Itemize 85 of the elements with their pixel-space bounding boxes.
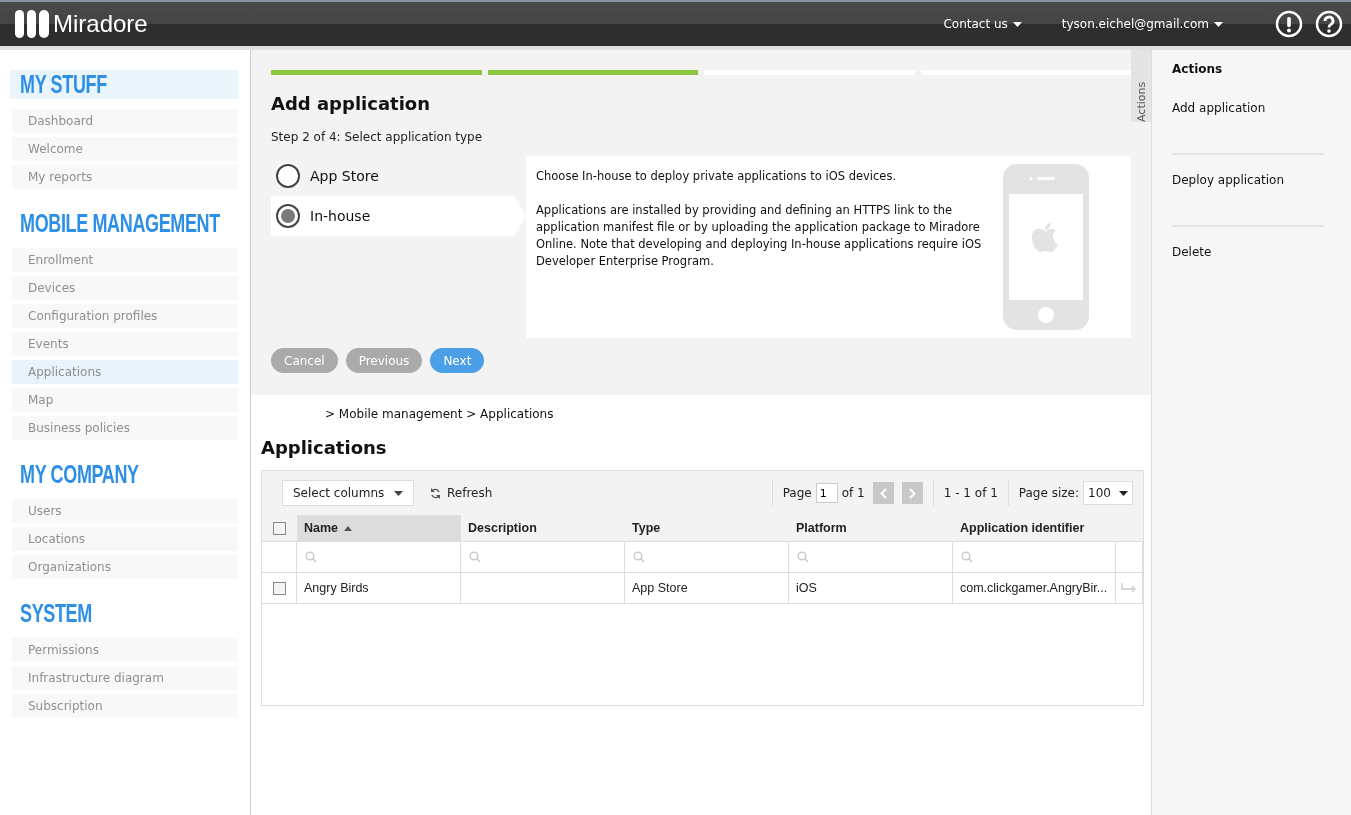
- actions-tab[interactable]: Actions: [1131, 50, 1151, 122]
- chevron-right-icon: [908, 487, 916, 499]
- sidebar-item[interactable]: Map: [12, 388, 238, 412]
- sidebar-item[interactable]: My reports: [12, 165, 238, 189]
- column-header[interactable]: Platform: [789, 515, 953, 542]
- option-item[interactable]: In-house: [271, 196, 526, 236]
- filter-field[interactable]: [953, 542, 1116, 573]
- phone-icon: [1003, 164, 1089, 330]
- page-input[interactable]: 1: [815, 483, 838, 503]
- sidebar-item[interactable]: Welcome: [12, 137, 238, 161]
- caret-icon: [1119, 490, 1128, 496]
- action-link[interactable]: Add application: [1172, 101, 1324, 155]
- previous-page-button[interactable]: [872, 482, 894, 504]
- sidebar-item[interactable]: Devices: [12, 276, 238, 300]
- header-menu[interactable]: tyson.eichel@gmail.com: [1061, 17, 1223, 31]
- page-size-dropdown[interactable]: 100: [1083, 481, 1133, 505]
- search-icon: [305, 551, 317, 563]
- sidebar-item[interactable]: Events: [12, 332, 238, 356]
- radio-button[interactable]: [276, 204, 300, 228]
- sidebar-item[interactable]: Business policies: [12, 416, 238, 440]
- section-heading: MY STUFF: [10, 70, 238, 99]
- sidebar-item[interactable]: Permissions: [12, 638, 238, 662]
- logo-text: Miradore: [53, 10, 148, 38]
- filter-field[interactable]: [461, 542, 625, 573]
- sidebar-item[interactable]: Dashboard: [12, 109, 238, 133]
- sidebar-item[interactable]: Users: [12, 499, 238, 523]
- chevron-left-icon: [879, 487, 887, 499]
- search-icon: [633, 551, 645, 563]
- sidebar-item[interactable]: Applications: [12, 360, 238, 384]
- column-header[interactable]: Type: [625, 515, 789, 542]
- record-range: 1 - 1 of 1: [943, 486, 998, 500]
- action-link[interactable]: Delete: [1172, 245, 1324, 299]
- caret-icon: [1012, 21, 1022, 27]
- radio-button[interactable]: [276, 164, 300, 188]
- sidebar-item[interactable]: Subscription: [12, 694, 238, 718]
- sort-arrow-icon: [344, 525, 353, 531]
- wizard-button[interactable]: Next: [430, 348, 485, 373]
- filter-field[interactable]: [297, 542, 461, 573]
- breadcrumb: > Mobile management > Applications: [324, 406, 555, 421]
- sidebar-item[interactable]: Infrastructure diagram: [12, 666, 238, 690]
- filter-field[interactable]: [625, 542, 789, 573]
- table-cell: App Store: [625, 573, 789, 604]
- step-label: Step 2 of 4: Select application type: [271, 130, 484, 144]
- next-page-button[interactable]: [901, 482, 923, 504]
- sidebar-item[interactable]: Organizations: [12, 555, 238, 579]
- description-text: Choose In-house to deploy private applications to iOS devices.: [536, 168, 898, 185]
- help-icon[interactable]: [1315, 10, 1343, 38]
- select-columns-dropdown[interactable]: Select columns: [282, 480, 414, 506]
- sidebar-item[interactable]: Locations: [12, 527, 238, 551]
- refresh-icon: [430, 487, 441, 499]
- page-title: Applications: [261, 437, 388, 458]
- sidebar-item[interactable]: Configuration profiles: [12, 304, 238, 328]
- page-count: of 1: [841, 486, 865, 500]
- search-icon: [961, 551, 973, 563]
- refresh-button[interactable]: Refresh: [424, 485, 499, 501]
- section-heading: SYSTEM: [19, 599, 93, 628]
- search-icon: [797, 551, 809, 563]
- option-item[interactable]: App Store: [271, 156, 526, 196]
- alert-icon[interactable]: [1275, 10, 1303, 38]
- checkbox[interactable]: [272, 581, 286, 595]
- wizard-button[interactable]: Cancel: [271, 348, 338, 373]
- actions-title: Actions: [1172, 62, 1224, 76]
- section-heading: MOBILE MANAGEMENT: [19, 209, 221, 238]
- logo-icon: [15, 10, 49, 38]
- column-header[interactable]: Name: [297, 515, 461, 542]
- description-text: Applications are installed by providing and defining an HTTPS link to the application manifest file or by uploading the application package to Miradore Online. Note that developing and deploying In-house applications require iOS Developer Enterprise Program.: [536, 202, 983, 270]
- page-size-label: Page size:: [1018, 486, 1079, 500]
- page-label: Page: [782, 486, 812, 500]
- wizard-button[interactable]: Previous: [345, 348, 423, 373]
- table-cell: Angry Birds: [297, 573, 461, 604]
- column-header[interactable]: Application identifier: [953, 515, 1116, 542]
- caret-icon: [394, 490, 403, 496]
- header-menu[interactable]: Contact us: [943, 17, 1022, 31]
- section-heading: MY COMPANY: [19, 460, 140, 489]
- sidebar-item[interactable]: Enrollment: [12, 248, 238, 272]
- table-cell: com.clickgamer.AngryBir...: [953, 573, 1116, 604]
- column-header[interactable]: Description: [461, 515, 625, 542]
- table-cell: iOS: [789, 573, 953, 604]
- search-icon: [469, 551, 481, 563]
- checkbox[interactable]: [273, 521, 286, 535]
- caret-icon: [1214, 21, 1223, 27]
- filter-field[interactable]: [789, 542, 953, 573]
- action-link[interactable]: Deploy application: [1172, 173, 1324, 227]
- wizard-title: Add application: [271, 93, 431, 114]
- arrow-icon[interactable]: [1121, 583, 1137, 593]
